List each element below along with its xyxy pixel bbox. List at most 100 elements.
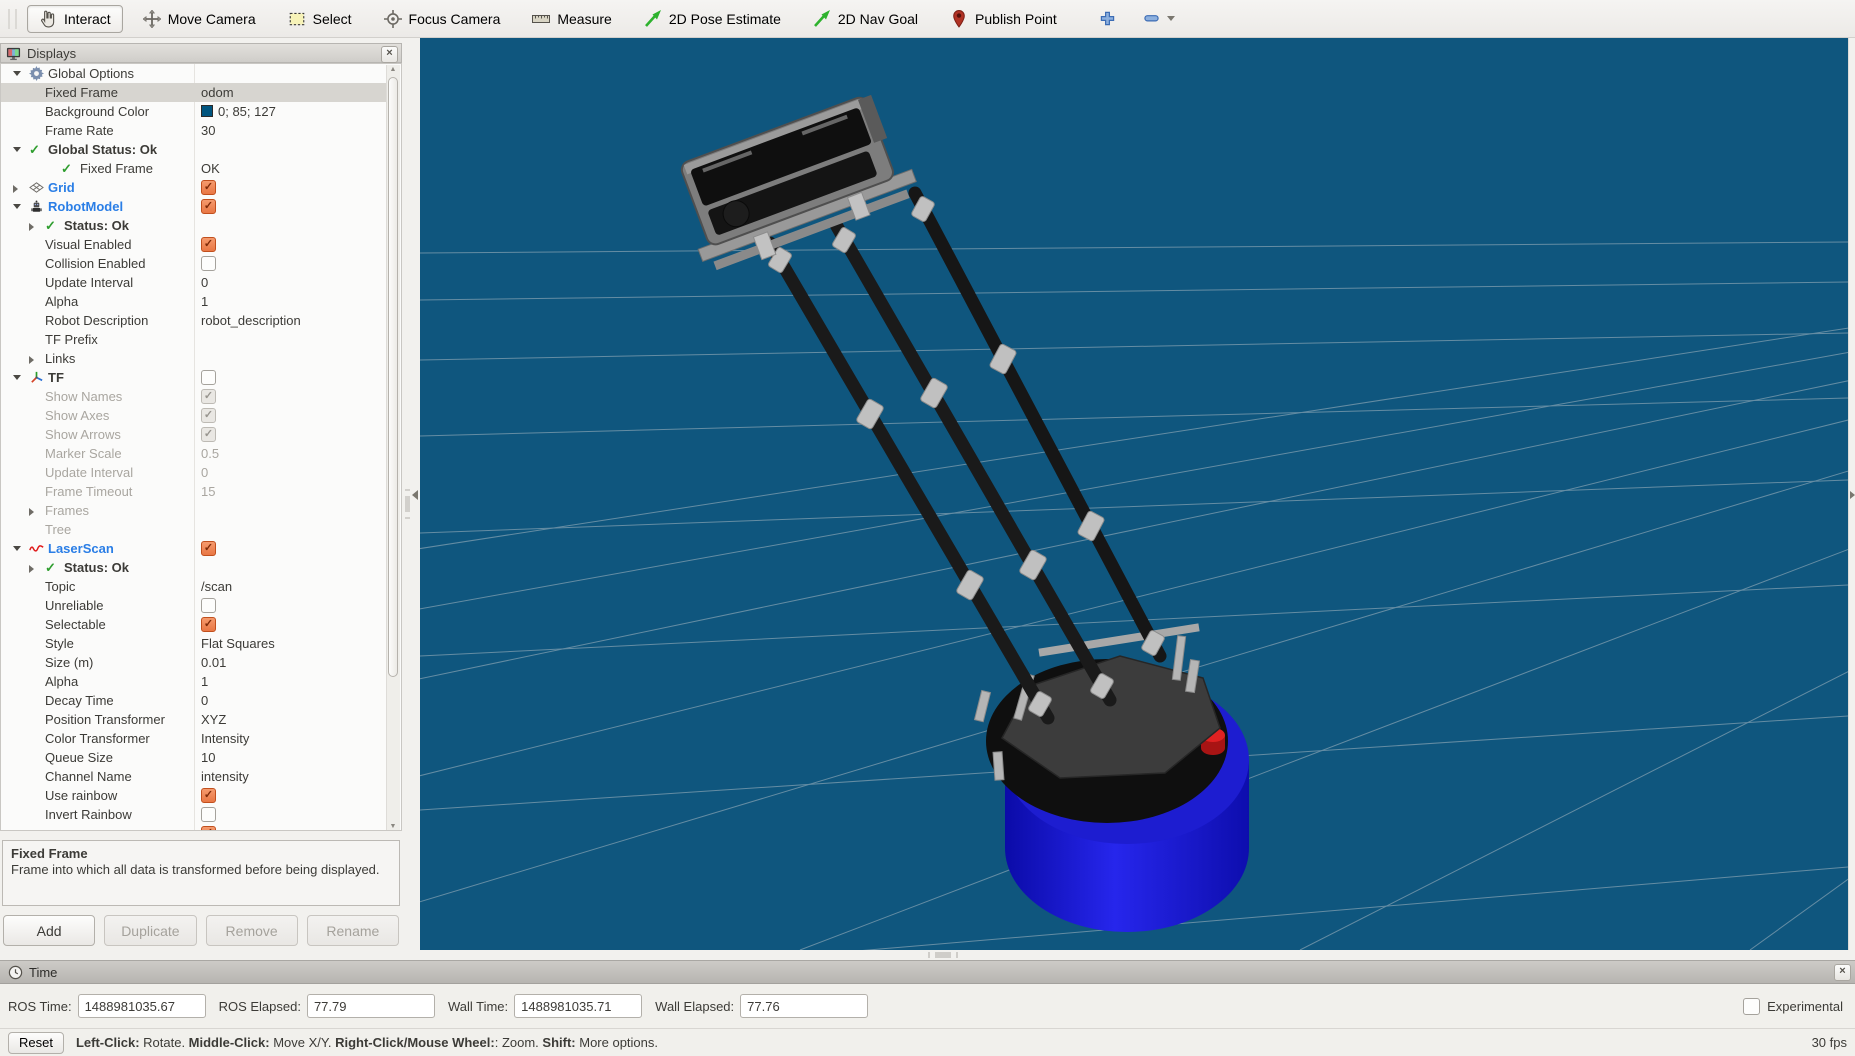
expander-open-icon[interactable]	[13, 546, 21, 551]
expander-closed-icon[interactable]	[13, 185, 18, 193]
add-tool-button[interactable]	[1095, 7, 1121, 31]
row-checkbox[interactable]: ✓	[201, 408, 216, 423]
display-row-global-status-ok[interactable]: ✓ Global Status: Ok	[1, 140, 388, 159]
reset-button[interactable]: Reset	[8, 1031, 64, 1054]
tool-2d-pose-estimate[interactable]: 2D Pose Estimate	[632, 5, 793, 33]
collapse-left-icon[interactable]	[412, 490, 418, 500]
tool-move-camera[interactable]: Move Camera	[131, 5, 268, 33]
row-value[interactable]: Flat Squares	[201, 634, 275, 653]
display-row-tf[interactable]: TF	[1, 368, 388, 387]
ros-time-input[interactable]	[77, 994, 206, 1018]
right-splitter[interactable]	[1848, 38, 1855, 950]
rename-button[interactable]: Rename	[306, 915, 399, 946]
scroll-up-icon[interactable]: ▲	[387, 66, 399, 73]
display-row-show-arrows[interactable]: Show Arrows ✓	[1, 425, 388, 444]
remove-button[interactable]: Remove	[205, 915, 298, 946]
expander-open-icon[interactable]	[13, 71, 21, 76]
row-value[interactable]: 1	[201, 292, 208, 311]
time-panel-header[interactable]: Time ×	[0, 960, 1855, 984]
display-row-links[interactable]: Links	[1, 349, 388, 368]
tool-measure[interactable]: Measure	[520, 5, 623, 33]
tool-focus-camera[interactable]: Focus Camera	[372, 5, 513, 33]
display-row-frames[interactable]: Frames	[1, 501, 388, 520]
remove-tool-button[interactable]	[1139, 7, 1165, 31]
row-checkbox[interactable]	[201, 370, 216, 385]
display-row-collision-enabled[interactable]: Collision Enabled	[1, 254, 388, 273]
display-row-invert-rainbow[interactable]: Invert Rainbow	[1, 805, 388, 824]
display-row-marker-scale[interactable]: Marker Scale 0.5	[1, 444, 388, 463]
row-value[interactable]: robot_description	[201, 311, 301, 330]
toolbar-drag-handle[interactable]	[8, 8, 17, 29]
tool-options-caret-icon[interactable]	[1166, 16, 1175, 21]
row-checkbox[interactable]	[201, 256, 216, 271]
display-row-fixed-frame[interactable]: Fixed Frame odom	[1, 83, 388, 102]
experimental-toggle[interactable]: Experimental	[1743, 998, 1843, 1015]
display-row-use-rainbow[interactable]: Use rainbow ✓	[1, 786, 388, 805]
tool-publish-point[interactable]: Publish Point	[938, 5, 1069, 33]
wall-elapsed-input[interactable]	[740, 994, 869, 1018]
display-row-tf-prefix[interactable]: TF Prefix	[1, 330, 388, 349]
display-row-size-m[interactable]: Size (m) 0.01	[1, 653, 388, 672]
display-row-row[interactable]: ✓	[1, 824, 388, 830]
display-row-queue-size[interactable]: Queue Size 10	[1, 748, 388, 767]
row-value[interactable]: odom	[201, 83, 234, 102]
row-checkbox[interactable]: ✓	[201, 541, 216, 556]
row-checkbox[interactable]: ✓	[201, 788, 216, 803]
wall-time-input[interactable]	[514, 994, 643, 1018]
displays-close-icon[interactable]: ×	[381, 46, 398, 63]
ros-elapsed-input[interactable]	[306, 994, 435, 1018]
row-value[interactable]: XYZ	[201, 710, 226, 729]
display-row-alpha[interactable]: Alpha 1	[1, 292, 388, 311]
row-value[interactable]: 15	[201, 482, 215, 501]
display-row-status-ok[interactable]: ✓ Status: Ok	[1, 558, 388, 577]
tree-scrollbar[interactable]: ▲ ▼	[386, 65, 400, 830]
display-row-position-transformer[interactable]: Position Transformer XYZ	[1, 710, 388, 729]
expander-closed-icon[interactable]	[29, 223, 34, 231]
scroll-down-icon[interactable]: ▼	[387, 823, 399, 830]
row-checkbox[interactable]: ✓	[201, 427, 216, 442]
row-value[interactable]: OK	[201, 159, 220, 178]
display-row-style[interactable]: Style Flat Squares	[1, 634, 388, 653]
displays-panel-header[interactable]: Displays ×	[0, 43, 402, 63]
row-value[interactable]: 0	[201, 273, 208, 292]
display-row-decay-time[interactable]: Decay Time 0	[1, 691, 388, 710]
display-row-status-ok[interactable]: ✓ Status: Ok	[1, 216, 388, 235]
row-value[interactable]: 0.01	[201, 653, 226, 672]
row-value[interactable]: /scan	[201, 577, 232, 596]
add-button[interactable]: Add	[3, 915, 96, 946]
row-value[interactable]: 0	[201, 463, 208, 482]
tree-scrollbar-thumb[interactable]	[388, 77, 398, 677]
display-row-unreliable[interactable]: Unreliable	[1, 596, 388, 615]
display-row-grid[interactable]: Grid ✓	[1, 178, 388, 197]
display-row-robotmodel[interactable]: RobotModel ✓	[1, 197, 388, 216]
display-row-selectable[interactable]: Selectable ✓	[1, 615, 388, 634]
display-row-frame-rate[interactable]: Frame Rate 30	[1, 121, 388, 140]
row-checkbox[interactable]: ✓	[201, 237, 216, 252]
expander-closed-icon[interactable]	[29, 565, 34, 573]
display-row-frame-timeout[interactable]: Frame Timeout 15	[1, 482, 388, 501]
display-row-laserscan[interactable]: LaserScan ✓	[1, 539, 388, 558]
time-close-icon[interactable]: ×	[1834, 964, 1851, 981]
duplicate-button[interactable]: Duplicate	[104, 915, 197, 946]
experimental-checkbox[interactable]	[1743, 998, 1761, 1015]
bottom-splitter-grip[interactable]	[928, 952, 958, 958]
collapse-right-icon[interactable]	[1850, 491, 1855, 499]
row-value[interactable]: 0	[201, 691, 208, 710]
row-checkbox[interactable]: ✓	[201, 617, 216, 632]
tool-select[interactable]: Select	[276, 5, 364, 33]
expander-open-icon[interactable]	[13, 147, 21, 152]
expander-closed-icon[interactable]	[29, 508, 34, 516]
tool-2d-nav-goal[interactable]: 2D Nav Goal	[801, 5, 930, 33]
display-row-fixed-frame[interactable]: ✓ Fixed Frame OK	[1, 159, 388, 178]
display-row-global-options[interactable]: Global Options	[1, 64, 388, 83]
expander-open-icon[interactable]	[13, 204, 21, 209]
display-row-robot-description[interactable]: Robot Description robot_description	[1, 311, 388, 330]
row-checkbox[interactable]: ✓	[201, 389, 216, 404]
row-checkbox[interactable]	[201, 598, 216, 613]
row-value[interactable]: 30	[201, 121, 215, 140]
row-checkbox[interactable]: ✓	[201, 826, 216, 830]
3d-viewport[interactable]	[420, 38, 1848, 950]
display-row-update-interval[interactable]: Update Interval 0	[1, 273, 388, 292]
display-row-channel-name[interactable]: Channel Name intensity	[1, 767, 388, 786]
row-checkbox[interactable]	[201, 807, 216, 822]
